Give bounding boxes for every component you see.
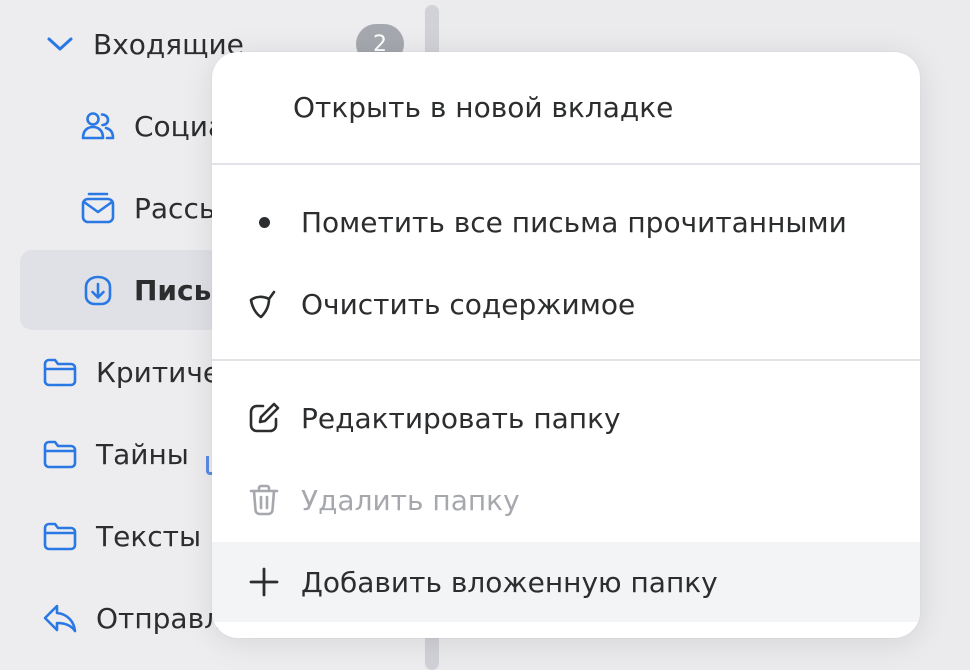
- folder-secrets[interactable]: Тайны: [42, 414, 189, 494]
- folder-letters-active[interactable]: Письм: [20, 250, 234, 330]
- folder-icon: [42, 354, 78, 390]
- menu-item-clear-contents[interactable]: Очистить содержимое: [212, 264, 920, 344]
- folder-social[interactable]: Социа: [80, 86, 225, 166]
- menu-item-delete-folder[interactable]: Удалить папку: [212, 460, 920, 540]
- folder-secrets-label: Тайны: [96, 437, 189, 471]
- folder-critical-label: Критиче: [96, 355, 221, 389]
- folder-sent-label: Отправл: [96, 601, 222, 635]
- mail-client-screen: Входящие 2 Социа Рассы Письм Критиче Тай…: [0, 0, 970, 670]
- folder-context-menu: Открыть в новой вкладке Пометить все пис…: [212, 52, 920, 638]
- menu-item-add-subfolder[interactable]: Добавить вложенную папку: [212, 542, 920, 622]
- menu-item-mark-all-read[interactable]: Пометить все письма прочитанными: [212, 182, 920, 262]
- download-circle-icon: [80, 272, 116, 308]
- plus-icon: [246, 564, 282, 600]
- menu-divider: [212, 359, 920, 361]
- folder-texts-label: Тексты в: [96, 519, 227, 553]
- menu-item-edit-folder[interactable]: Редактировать папку: [212, 378, 920, 458]
- folder-icon: [42, 436, 78, 472]
- menu-divider: [212, 163, 920, 165]
- folder-sent[interactable]: Отправл: [42, 578, 222, 658]
- people-icon: [80, 108, 116, 144]
- folder-texts[interactable]: Тексты в: [42, 496, 226, 576]
- dot-icon: [246, 204, 282, 240]
- menu-item-open-new-tab[interactable]: Открыть в новой вкладке: [212, 67, 920, 147]
- folder-icon: [42, 518, 78, 554]
- trash-icon: [246, 482, 282, 518]
- folder-inbox-label: Входящие: [93, 27, 244, 61]
- reply-arrow-icon: [42, 600, 78, 636]
- chevron-down-icon[interactable]: [42, 26, 78, 62]
- edit-icon: [246, 400, 282, 436]
- folder-critical[interactable]: Критиче: [42, 332, 220, 412]
- envelope-icon: [80, 190, 116, 226]
- folder-newsletters[interactable]: Рассы: [80, 168, 221, 248]
- broom-icon: [246, 286, 282, 322]
- folder-newsletters-label: Рассы: [134, 191, 221, 225]
